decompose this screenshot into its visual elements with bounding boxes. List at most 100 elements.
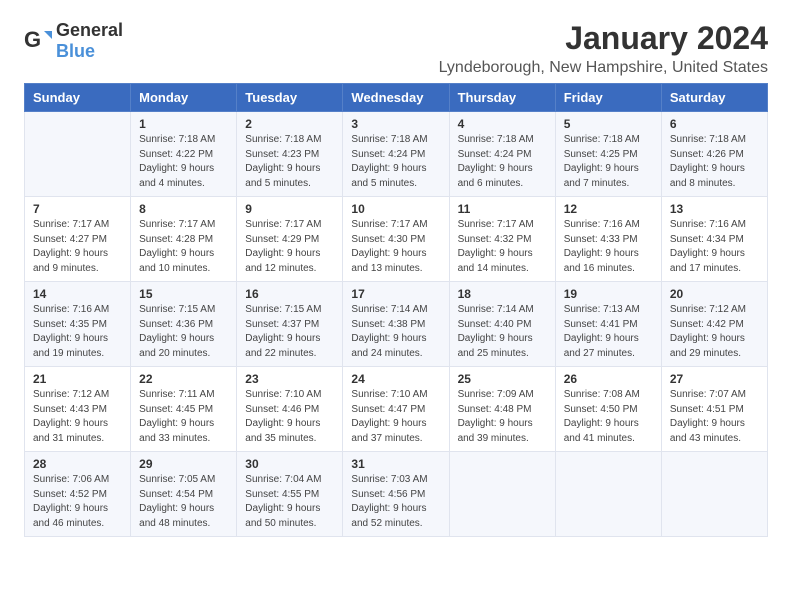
week-row-0: 1Sunrise: 7:18 AMSunset: 4:22 PMDaylight… [25, 112, 768, 197]
day-cell: 18 Sunrise: 7:14 AMSunset: 4:40 PMDayligh… [449, 282, 555, 367]
day-number: 5 [564, 117, 653, 131]
day-cell: 28 Sunrise: 7:06 AMSunset: 4:52 PMDayligh… [25, 452, 131, 537]
week-row-3: 21 Sunrise: 7:12 AMSunset: 4:43 PMDayligh… [25, 367, 768, 452]
day-info: Sunrise: 7:12 AMSunset: 4:42 PMDaylight:… [670, 303, 759, 361]
day-cell: 23Sunrise: 7:10 AMSunset: 4:46 PMDayligh… [237, 367, 343, 452]
day-number: 9 [245, 202, 334, 216]
day-info: Sunrise: 7:06 AMSunset: 4:52 PMDaylight:… [33, 473, 122, 531]
logo-general: General [56, 20, 123, 40]
day-number: 1 [139, 117, 228, 131]
day-cell: 16Sunrise: 7:15 AMSunset: 4:37 PMDayligh… [237, 282, 343, 367]
day-info: Sunrise: 7:14 AMSunset: 4:38 PMDaylight:… [351, 303, 440, 361]
day-info: Sunrise: 7:10 AMSunset: 4:47 PMDaylight:… [351, 388, 440, 446]
day-number: 7 [33, 202, 122, 216]
day-cell: 1Sunrise: 7:18 AMSunset: 4:22 PMDaylight… [131, 112, 237, 197]
day-info: Sunrise: 7:18 AMSunset: 4:25 PMDaylight:… [564, 133, 653, 191]
day-cell: 9Sunrise: 7:17 AMSunset: 4:29 PMDaylight… [237, 197, 343, 282]
day-number: 11 [458, 202, 547, 216]
day-info: Sunrise: 7:16 AMSunset: 4:35 PMDaylight:… [33, 303, 122, 361]
week-row-1: 7 Sunrise: 7:17 AMSunset: 4:27 PMDaylight… [25, 197, 768, 282]
logo: G General Blue [24, 20, 123, 62]
day-cell: 17 Sunrise: 7:14 AMSunset: 4:38 PMDayligh… [343, 282, 449, 367]
day-cell: 3 Sunrise: 7:18 AMSunset: 4:24 PMDaylight… [343, 112, 449, 197]
day-number: 29 [139, 457, 228, 471]
day-cell: 12Sunrise: 7:16 AMSunset: 4:33 PMDayligh… [555, 197, 661, 282]
day-info: Sunrise: 7:13 AMSunset: 4:41 PMDaylight:… [564, 303, 653, 361]
day-info: Sunrise: 7:11 AMSunset: 4:45 PMDaylight:… [139, 388, 228, 446]
day-number: 21 [33, 372, 122, 386]
day-number: 12 [564, 202, 653, 216]
day-cell: 14Sunrise: 7:16 AMSunset: 4:35 PMDayligh… [25, 282, 131, 367]
day-cell: 29 Sunrise: 7:05 AMSunset: 4:54 PMDayligh… [131, 452, 237, 537]
day-info: Sunrise: 7:18 AMSunset: 4:24 PMDaylight:… [458, 133, 547, 191]
day-cell: 15 Sunrise: 7:15 AMSunset: 4:36 PMDayligh… [131, 282, 237, 367]
day-cell: 19 Sunrise: 7:13 AMSunset: 4:41 PMDayligh… [555, 282, 661, 367]
day-cell: 8Sunrise: 7:17 AMSunset: 4:28 PMDaylight… [131, 197, 237, 282]
day-info: Sunrise: 7:15 AMSunset: 4:36 PMDaylight:… [139, 303, 228, 361]
day-cell: 21 Sunrise: 7:12 AMSunset: 4:43 PMDayligh… [25, 367, 131, 452]
day-cell [25, 112, 131, 197]
page: G General Blue January 2024 Lyndeborough… [0, 0, 792, 553]
day-number: 15 [139, 287, 228, 301]
day-number: 26 [564, 372, 653, 386]
day-cell [555, 452, 661, 537]
subtitle: Lyndeborough, New Hampshire, United Stat… [439, 59, 768, 77]
day-number: 22 [139, 372, 228, 386]
day-cell: 20 Sunrise: 7:12 AMSunset: 4:42 PMDayligh… [661, 282, 767, 367]
day-info: Sunrise: 7:17 AMSunset: 4:30 PMDaylight:… [351, 218, 440, 276]
day-cell: 27 Sunrise: 7:07 AMSunset: 4:51 PMDayligh… [661, 367, 767, 452]
week-row-2: 14Sunrise: 7:16 AMSunset: 4:35 PMDayligh… [25, 282, 768, 367]
day-cell: 7 Sunrise: 7:17 AMSunset: 4:27 PMDaylight… [25, 197, 131, 282]
day-cell [449, 452, 555, 537]
day-cell: 13 Sunrise: 7:16 AMSunset: 4:34 PMDayligh… [661, 197, 767, 282]
svg-text:G: G [24, 27, 41, 52]
col-tuesday: Tuesday [237, 84, 343, 112]
day-info: Sunrise: 7:18 AMSunset: 4:26 PMDaylight:… [670, 133, 759, 191]
day-info: Sunrise: 7:14 AMSunset: 4:40 PMDaylight:… [458, 303, 547, 361]
day-info: Sunrise: 7:07 AMSunset: 4:51 PMDaylight:… [670, 388, 759, 446]
day-info: Sunrise: 7:05 AMSunset: 4:54 PMDaylight:… [139, 473, 228, 531]
logo-blue: Blue [56, 41, 95, 61]
col-friday: Friday [555, 84, 661, 112]
day-number: 10 [351, 202, 440, 216]
day-cell: 22 Sunrise: 7:11 AMSunset: 4:45 PMDayligh… [131, 367, 237, 452]
col-monday: Monday [131, 84, 237, 112]
day-cell: 25 Sunrise: 7:09 AMSunset: 4:48 PMDayligh… [449, 367, 555, 452]
day-info: Sunrise: 7:03 AMSunset: 4:56 PMDaylight:… [351, 473, 440, 531]
day-info: Sunrise: 7:17 AMSunset: 4:28 PMDaylight:… [139, 218, 228, 276]
day-number: 20 [670, 287, 759, 301]
day-info: Sunrise: 7:16 AMSunset: 4:34 PMDaylight:… [670, 218, 759, 276]
day-cell: 11 Sunrise: 7:17 AMSunset: 4:32 PMDayligh… [449, 197, 555, 282]
day-number: 28 [33, 457, 122, 471]
day-cell: 10 Sunrise: 7:17 AMSunset: 4:30 PMDayligh… [343, 197, 449, 282]
day-number: 19 [564, 287, 653, 301]
week-row-4: 28 Sunrise: 7:06 AMSunset: 4:52 PMDayligh… [25, 452, 768, 537]
header-row: Sunday Monday Tuesday Wednesday Thursday… [25, 84, 768, 112]
day-number: 13 [670, 202, 759, 216]
day-cell: 5 Sunrise: 7:18 AMSunset: 4:25 PMDaylight… [555, 112, 661, 197]
day-info: Sunrise: 7:17 AMSunset: 4:27 PMDaylight:… [33, 218, 122, 276]
day-number: 30 [245, 457, 334, 471]
day-info: Sunrise: 7:17 AMSunset: 4:32 PMDaylight:… [458, 218, 547, 276]
day-info: Sunrise: 7:08 AMSunset: 4:50 PMDaylight:… [564, 388, 653, 446]
day-number: 27 [670, 372, 759, 386]
day-info: Sunrise: 7:09 AMSunset: 4:48 PMDaylight:… [458, 388, 547, 446]
day-info: Sunrise: 7:18 AMSunset: 4:24 PMDaylight:… [351, 133, 440, 191]
calendar-body: 1Sunrise: 7:18 AMSunset: 4:22 PMDaylight… [25, 112, 768, 537]
day-number: 18 [458, 287, 547, 301]
day-number: 25 [458, 372, 547, 386]
day-cell: 31Sunrise: 7:03 AMSunset: 4:56 PMDayligh… [343, 452, 449, 537]
day-info: Sunrise: 7:18 AMSunset: 4:23 PMDaylight:… [245, 133, 334, 191]
day-cell: 4Sunrise: 7:18 AMSunset: 4:24 PMDaylight… [449, 112, 555, 197]
day-number: 17 [351, 287, 440, 301]
calendar-table: Sunday Monday Tuesday Wednesday Thursday… [24, 83, 768, 537]
day-cell: 2Sunrise: 7:18 AMSunset: 4:23 PMDaylight… [237, 112, 343, 197]
col-saturday: Saturday [661, 84, 767, 112]
day-number: 6 [670, 117, 759, 131]
day-cell: 30Sunrise: 7:04 AMSunset: 4:55 PMDayligh… [237, 452, 343, 537]
day-number: 24 [351, 372, 440, 386]
day-info: Sunrise: 7:15 AMSunset: 4:37 PMDaylight:… [245, 303, 334, 361]
day-number: 3 [351, 117, 440, 131]
col-wednesday: Wednesday [343, 84, 449, 112]
day-info: Sunrise: 7:12 AMSunset: 4:43 PMDaylight:… [33, 388, 122, 446]
